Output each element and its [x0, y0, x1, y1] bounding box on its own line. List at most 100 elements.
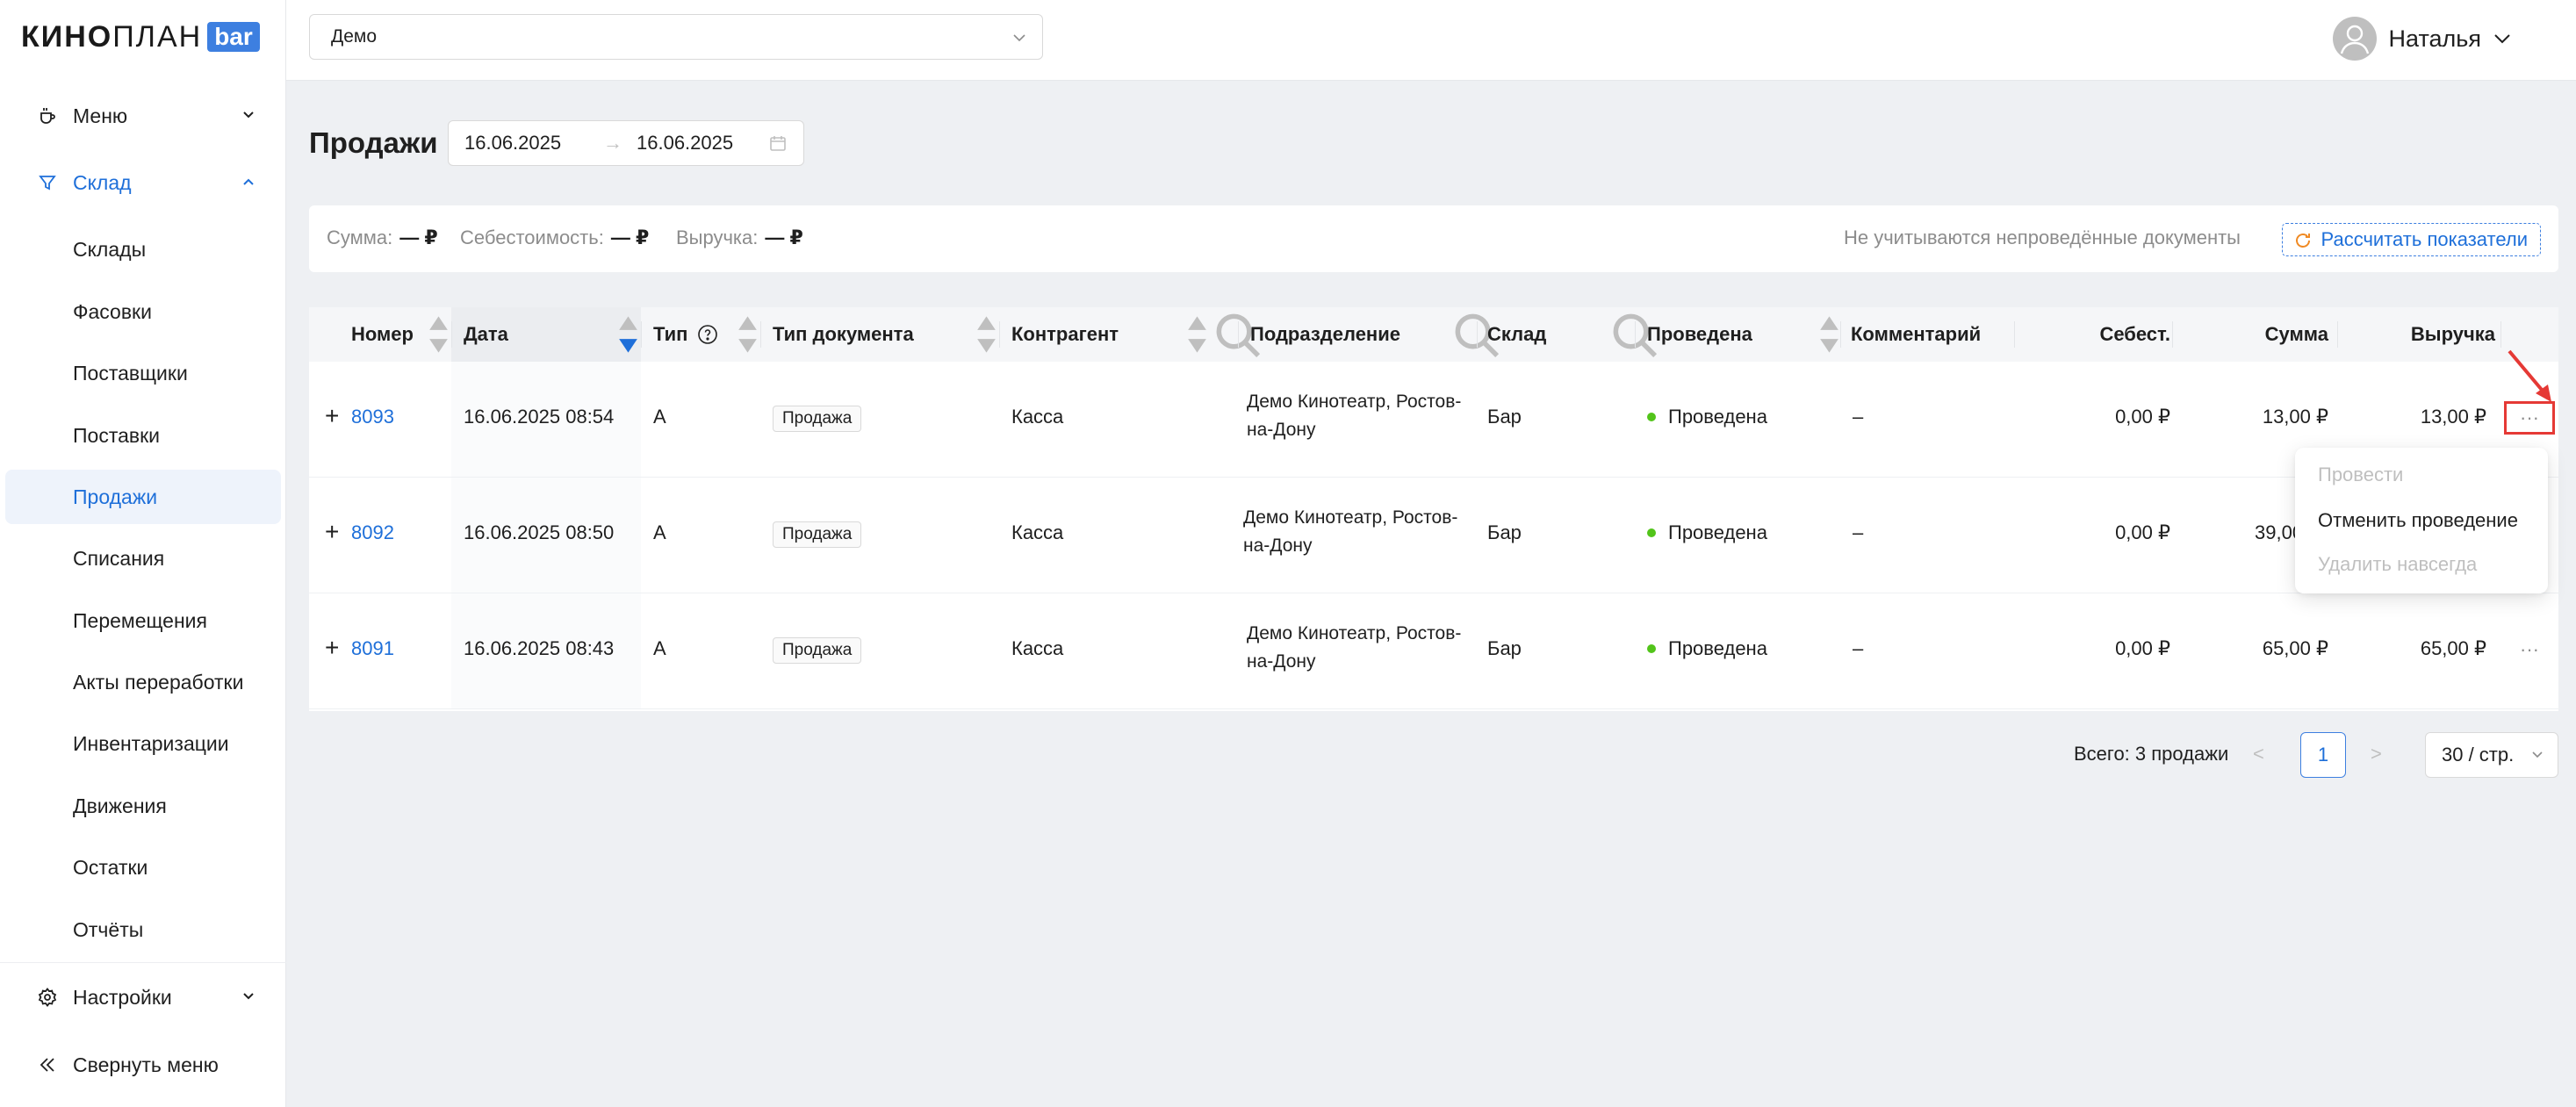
sidebar-group-settings[interactable]: Настройки: [0, 971, 286, 1024]
refresh-icon: [2295, 234, 2310, 248]
summary-note: Не учитываются непроведённые документы: [1843, 226, 2241, 248]
cell-sum: 13,00 ₽: [2262, 406, 2328, 428]
header-divider: [1635, 321, 1636, 348]
sort-icon[interactable]: [425, 307, 452, 362]
header-date[interactable]: Дата: [464, 307, 508, 362]
sidebar-item-sales[interactable]: Продажи: [5, 470, 281, 524]
sidebar-item-processing-acts[interactable]: Акты переработки: [5, 655, 281, 709]
row-actions-dropdown: Провести Отменить проведение Удалить нав…: [2295, 448, 2548, 593]
cell-warehouse: Бар: [1487, 637, 1522, 659]
sidebar-item-suppliers[interactable]: Поставщики: [5, 346, 281, 400]
sort-desc-icon[interactable]: [615, 307, 642, 362]
sort-icon[interactable]: [1816, 307, 1843, 362]
chevron-down-icon: [2494, 34, 2510, 44]
date-to-input[interactable]: 16.06.2025: [637, 132, 733, 155]
table-row: + 8092 16.06.2025 08:50 А Продажа Касса …: [309, 478, 2558, 593]
cell-division: Демо Кинотеатр, Ростов-на-Дону: [1247, 392, 1462, 440]
pagination-total: Всего: 3 продажи: [2074, 743, 2229, 765]
cell-warehouse: Бар: [1487, 521, 1522, 543]
sidebar-item-deliveries[interactable]: Поставки: [5, 408, 281, 463]
header-divider: [1840, 321, 1841, 348]
table-row: + 8093 16.06.2025 08:54 А Продажа Касса …: [309, 362, 2558, 478]
sort-icon[interactable]: [1184, 307, 1211, 362]
header-divider: [641, 321, 642, 348]
cell-division: Демо Кинотеатр, Ростов-на-Дону: [1243, 507, 1458, 556]
header-counterparty[interactable]: Контрагент: [1011, 307, 1119, 362]
sidebar-item-reports[interactable]: Отчёты: [5, 902, 281, 957]
gear-icon: [38, 988, 57, 1007]
cell-type: А: [653, 521, 666, 543]
header-number[interactable]: Номер: [351, 307, 414, 362]
coffee-cup-icon: [40, 108, 55, 124]
document-number-link[interactable]: 8091: [351, 637, 394, 660]
page-title: Продажи: [309, 126, 438, 159]
menu-item-delete-forever[interactable]: Удалить навсегда: [2318, 553, 2477, 576]
cell-comment: –: [1853, 521, 1864, 543]
logo-badge: bar: [207, 22, 260, 52]
date-from-input[interactable]: 16.06.2025: [464, 132, 561, 155]
cell-counterparty: Касса: [1011, 406, 1064, 428]
sidebar-group-warehouse[interactable]: Склад: [0, 156, 286, 209]
cell-posted-status: Проведена: [1647, 637, 1767, 660]
cell-cost: 0,00 ₽: [2115, 406, 2170, 428]
cell-counterparty: Касса: [1011, 637, 1064, 659]
pagination-next-button[interactable]: >: [2371, 743, 2397, 769]
header-type[interactable]: Тип: [653, 307, 687, 362]
header-divider: [2014, 321, 2015, 348]
header-division[interactable]: Подразделение: [1250, 307, 1400, 362]
calculate-metrics-button[interactable]: Рассчитать показатели: [2281, 223, 2541, 256]
user-menu[interactable]: Наталья: [2332, 16, 2513, 61]
sidebar-item-inventories[interactable]: Инвентаризации: [5, 716, 281, 771]
document-number-link[interactable]: 8093: [351, 406, 394, 428]
sidebar-item-stock[interactable]: Остатки: [5, 840, 281, 895]
chevron-up-icon: [243, 178, 254, 185]
sidebar-group-menu[interactable]: Меню: [0, 90, 286, 142]
double-chevron-left-icon: [40, 1058, 54, 1072]
cell-posted-status: Проведена: [1647, 521, 1767, 544]
sidebar-group-label: Настройки: [73, 985, 172, 1009]
logo[interactable]: КИНОПЛАН bar: [21, 19, 260, 54]
status-dot: [1647, 644, 1656, 653]
collapse-menu-button[interactable]: Свернуть меню: [0, 1039, 286, 1091]
menu-item-post[interactable]: Провести: [2318, 464, 2403, 486]
pagination-page-1[interactable]: 1: [2300, 732, 2346, 778]
cell-cost: 0,00 ₽: [2115, 637, 2170, 659]
cell-type: А: [653, 637, 666, 659]
header-posted[interactable]: Проведена: [1647, 307, 1752, 362]
summary-revenue: Выручка: — ₽: [676, 226, 803, 248]
header-divider: [2172, 321, 2173, 348]
organization-select[interactable]: Демо: [309, 14, 1043, 60]
document-number-link[interactable]: 8092: [351, 521, 394, 544]
date-range-picker[interactable]: 16.06.2025 → 16.06.2025: [448, 120, 804, 166]
page-size-select[interactable]: 30 / стр.: [2425, 732, 2558, 778]
chevron-down-icon: [2532, 751, 2543, 758]
date-range-arrow: →: [603, 132, 622, 154]
sort-icon[interactable]: [734, 307, 761, 362]
header-divider: [2500, 321, 2501, 348]
header-divider: [1477, 321, 1478, 348]
sidebar-item-packaging[interactable]: Фасовки: [5, 284, 281, 339]
pagination-prev-button[interactable]: <: [2253, 743, 2279, 769]
header-doc-type[interactable]: Тип документа: [773, 307, 914, 362]
expand-row-button[interactable]: +: [325, 518, 339, 546]
sidebar-item-transfers[interactable]: Перемещения: [5, 593, 281, 648]
chevron-down-icon: [243, 111, 254, 119]
summary-sum: Сумма: — ₽: [327, 226, 438, 248]
table-header: Номер Дата Тип Тип документа Контрагент …: [309, 307, 2558, 362]
expand-row-button[interactable]: +: [325, 402, 339, 430]
row-actions-button[interactable]: ···: [2504, 633, 2555, 666]
status-dot: [1647, 528, 1656, 537]
question-circle-icon[interactable]: [697, 324, 718, 345]
expand-row-button[interactable]: +: [325, 634, 339, 662]
sort-icon[interactable]: [973, 307, 1000, 362]
cell-warehouse: Бар: [1487, 406, 1522, 428]
sidebar-item-writeoffs[interactable]: Списания: [5, 531, 281, 586]
menu-item-cancel-posting[interactable]: Отменить проведение: [2318, 509, 2518, 532]
sidebar-item-movements[interactable]: Движения: [5, 779, 281, 833]
header-warehouse[interactable]: Склад: [1487, 307, 1546, 362]
cell-cost: 0,00 ₽: [2115, 521, 2170, 543]
sidebar-item-warehouses[interactable]: Склады: [5, 222, 281, 277]
cell-division: Демо Кинотеатр, Ростов-на-Дону: [1247, 623, 1462, 672]
header-cost: Себест.: [2099, 323, 2170, 345]
doc-type-tag: Продажа: [773, 521, 862, 548]
